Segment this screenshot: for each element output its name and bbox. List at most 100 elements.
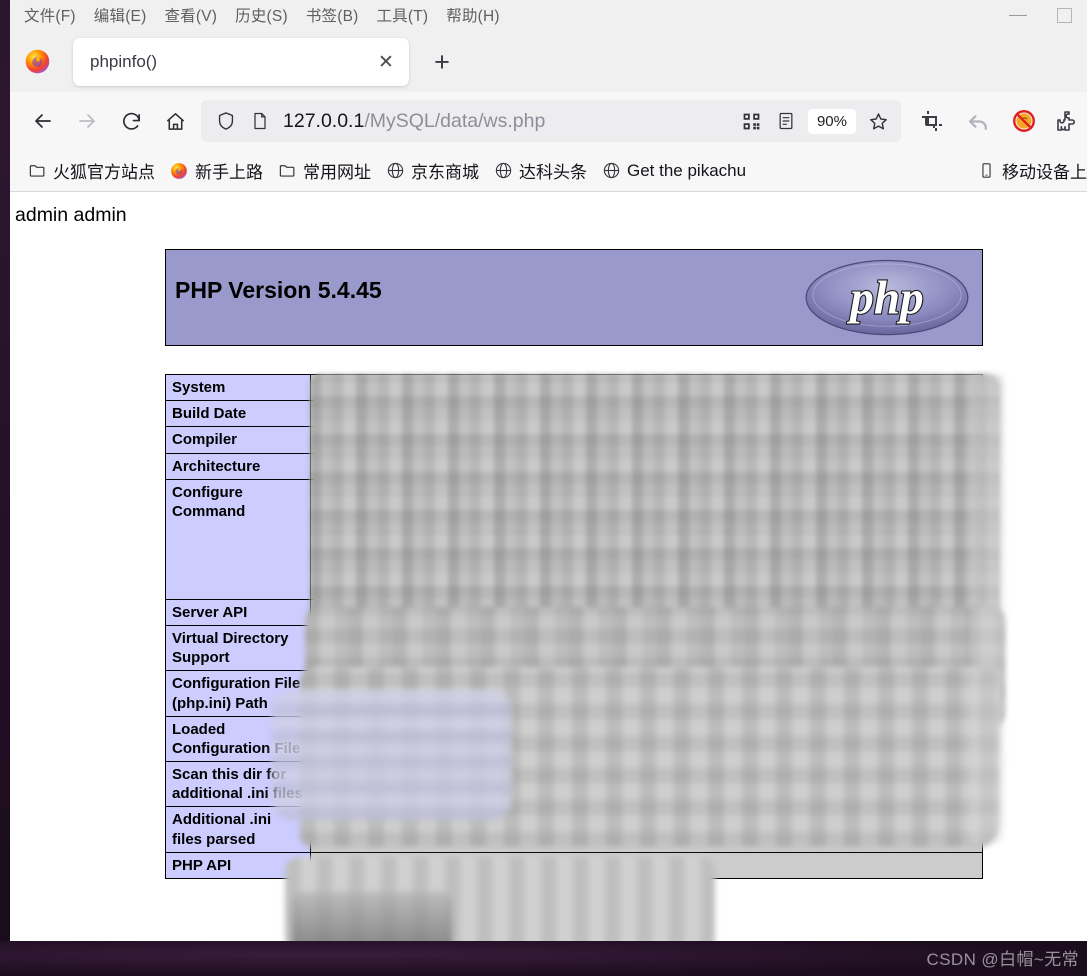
svg-text:php: php xyxy=(846,273,923,325)
row-key: Virtual Directory Support xyxy=(165,624,311,672)
globe-icon xyxy=(385,161,405,181)
row-key: Compiler xyxy=(165,426,311,454)
bookmark-huohu-official[interactable]: 火狐官方站点 xyxy=(20,155,162,186)
back-icon[interactable] xyxy=(21,101,65,141)
bookmark-dake-toutiao[interactable]: 达科头条 xyxy=(486,155,594,186)
table-row: Configure Command xyxy=(165,478,983,600)
bookmark-label: Get the pikachu xyxy=(627,160,747,180)
bookmark-star-icon[interactable] xyxy=(861,104,895,138)
bookmark-changyong-wangzhi[interactable]: 常用网址 xyxy=(270,155,378,186)
bookmark-mobile-devices[interactable]: 移动设备上 xyxy=(969,155,1087,186)
menu-edit[interactable]: 编辑(E) xyxy=(85,2,156,28)
bookmark-label: 移动设备上 xyxy=(1002,163,1087,182)
new-tab-icon[interactable]: + xyxy=(425,46,459,78)
table-row: PHP API xyxy=(165,851,983,880)
bookmark-label: 火狐官方站点 xyxy=(53,163,155,182)
minimize-icon xyxy=(1009,14,1027,16)
table-row: Scan this dir for additional .ini files … xyxy=(165,761,983,808)
row-value xyxy=(310,598,983,626)
forward-icon xyxy=(65,101,109,141)
tab-title: phpinfo() xyxy=(90,52,158,71)
qr-code-icon[interactable] xyxy=(735,104,769,138)
reload-icon[interactable] xyxy=(109,101,153,141)
row-key: Loaded Configuration File xyxy=(165,715,311,763)
window-controls xyxy=(937,0,1087,30)
bookmark-get-the-pikachu[interactable]: Get the pikachu xyxy=(594,158,753,184)
row-value xyxy=(310,624,983,672)
firefox-icon xyxy=(169,161,189,181)
url-path: /MySQL/data/ws.php xyxy=(364,109,546,132)
row-key: Additional .ini files parsed xyxy=(165,806,311,853)
shield-icon[interactable] xyxy=(209,104,243,138)
bottom-strip xyxy=(0,941,1087,976)
extensions-puzzle-icon[interactable] xyxy=(1047,100,1087,142)
maximize-icon xyxy=(1056,7,1072,23)
bookmark-label: 常用网址 xyxy=(303,163,371,182)
row-value: (none) xyxy=(310,806,983,853)
row-value xyxy=(310,851,983,880)
close-icon[interactable]: ✕ xyxy=(369,45,403,79)
menu-help[interactable]: 帮助(H) xyxy=(437,2,509,28)
table-row: Additional .ini files parsed (none) xyxy=(165,806,983,853)
table-row: Build Date xyxy=(165,400,983,428)
home-icon[interactable] xyxy=(153,101,197,141)
blocked-icon[interactable] xyxy=(1001,100,1047,142)
folder-icon xyxy=(27,161,47,181)
php-version-label: PHP Version 5.4.45 xyxy=(175,277,382,303)
menu-file[interactable]: 文件(F) xyxy=(15,2,85,28)
screenshot-crop-icon[interactable] xyxy=(909,100,955,142)
mobile-icon xyxy=(976,161,996,181)
tab-phpinfo[interactable]: phpinfo() ✕ xyxy=(73,38,409,86)
url-input[interactable]: 127.0.0.1/MySQL/data/ws.php xyxy=(277,110,735,133)
row-key: Configure Command xyxy=(165,478,311,600)
page-viewport: admin admin PHP Version 5.4.45 php Syste… xyxy=(10,192,1087,941)
table-row: System xyxy=(165,373,983,402)
table-row: Configuration File (php.ini) Path xyxy=(165,670,983,717)
bookmarks-toolbar: 火狐官方站点 新手上路 常用网址 京东商城 达科头条 Get the pikac… xyxy=(10,150,1087,192)
page-top-text: admin admin xyxy=(15,204,127,226)
row-key: Scan this dir for additional .ini files xyxy=(165,761,311,808)
tab-strip: phpinfo() ✕ + xyxy=(10,30,1087,92)
redaction-overlay xyxy=(292,892,452,941)
table-row: Loaded Configuration File xyxy=(165,715,983,763)
row-key: Server API xyxy=(165,598,311,626)
row-value xyxy=(310,452,983,480)
zoom-level-indicator[interactable]: 90% xyxy=(807,108,856,134)
row-value xyxy=(310,400,983,428)
row-key: Configuration File (php.ini) Path xyxy=(165,670,311,717)
bookmark-jingdong[interactable]: 京东商城 xyxy=(378,155,486,186)
phpinfo-table-body: System Build Date Compiler Architecture … xyxy=(165,373,983,880)
maximize-button[interactable] xyxy=(1041,0,1087,30)
php-version-banner: PHP Version 5.4.45 php xyxy=(165,249,983,346)
row-key: System xyxy=(165,373,311,402)
bookmark-label: 新手上路 xyxy=(195,163,263,182)
globe-icon xyxy=(493,161,513,181)
menu-tools[interactable]: 工具(T) xyxy=(367,2,437,28)
folder-icon xyxy=(277,161,297,181)
minimize-button[interactable] xyxy=(995,0,1041,30)
bookmark-xinshou-shanglu[interactable]: 新手上路 xyxy=(162,155,270,186)
row-value xyxy=(310,478,983,600)
row-value xyxy=(310,373,983,402)
table-row: Architecture xyxy=(165,452,983,480)
url-bar[interactable]: 127.0.0.1/MySQL/data/ws.php 90% xyxy=(201,100,901,142)
bookmark-label: 达科头条 xyxy=(519,163,587,182)
menu-history[interactable]: 历史(S) xyxy=(226,2,297,28)
row-key: Architecture xyxy=(165,452,311,480)
table-row: Compiler xyxy=(165,426,983,454)
menu-view[interactable]: 查看(V) xyxy=(155,2,226,28)
row-key: Build Date xyxy=(165,400,311,428)
globe-icon xyxy=(601,161,621,181)
phpinfo-table: System Build Date Compiler Architecture … xyxy=(165,373,983,880)
table-row: Server API xyxy=(165,598,983,626)
reader-mode-icon[interactable] xyxy=(769,104,803,138)
watermark: CSDN @白帽~无常 xyxy=(926,950,1079,969)
bookmark-label: 京东商城 xyxy=(411,163,479,182)
row-value: (none) xyxy=(310,761,983,808)
url-host: 127.0.0.1 xyxy=(283,109,365,132)
menu-bookmarks[interactable]: 书签(B) xyxy=(297,2,368,28)
row-value xyxy=(310,715,983,763)
php-logo-icon: php xyxy=(805,259,969,336)
undo-icon[interactable] xyxy=(955,100,1001,142)
row-key: PHP API xyxy=(165,851,311,880)
